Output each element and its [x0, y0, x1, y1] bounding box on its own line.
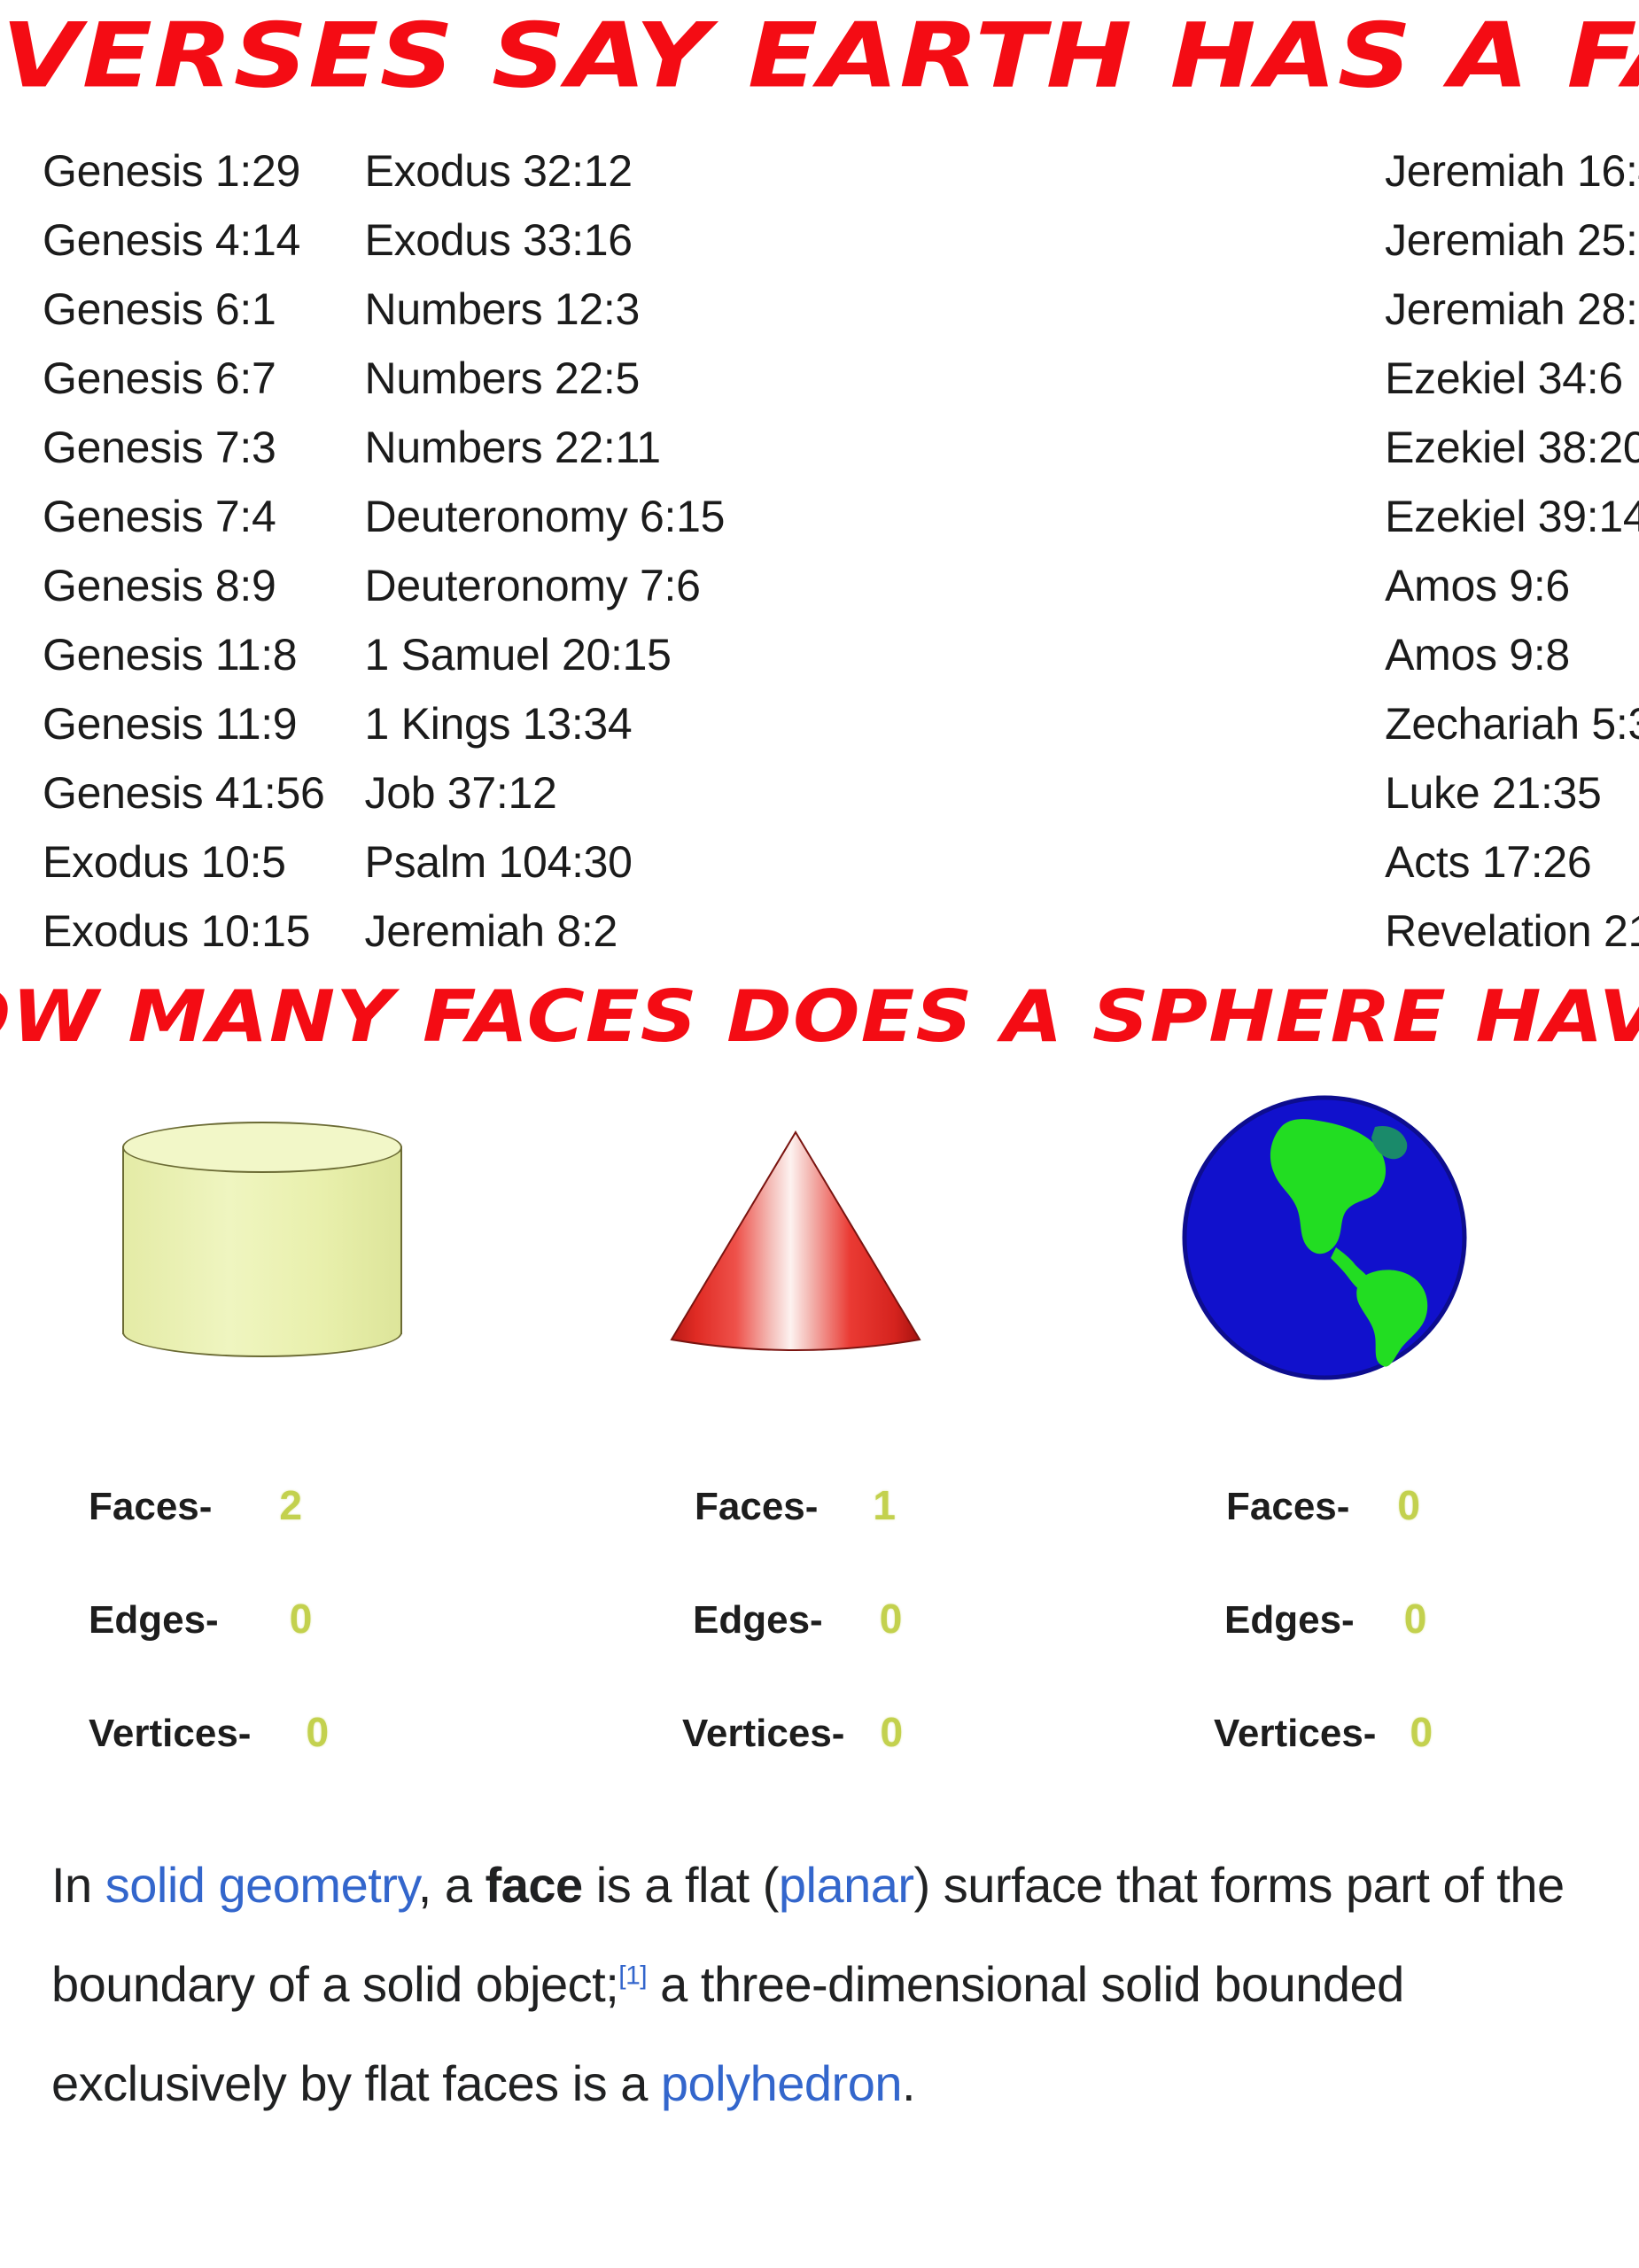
- stat-label: Vertices-: [89, 1712, 252, 1755]
- cylinder-bottom-part: [122, 1308, 402, 1357]
- link-polyhedron[interactable]: polyhedron: [661, 2055, 903, 2111]
- stat-row-faces: Faces- 0: [1214, 1481, 1433, 1595]
- stat-value: 1: [873, 1482, 897, 1528]
- verse-reference-list: Genesis 1:29 Genesis 4:14 Genesis 6:1 Ge…: [0, 136, 1639, 956]
- cylinder-icon: [122, 1122, 406, 1357]
- stat-label: Faces-: [695, 1485, 819, 1528]
- stat-value: 0: [1397, 1482, 1421, 1528]
- stat-label: Faces-: [1226, 1485, 1350, 1528]
- definition-text: In: [51, 1857, 105, 1913]
- verse-item: Jeremiah 28:16: [1385, 284, 1639, 334]
- stat-value: 0: [306, 1709, 330, 1755]
- stat-label: Vertices-: [1214, 1712, 1377, 1755]
- stat-label: Edges-: [89, 1598, 219, 1642]
- stat-row-faces: Faces- 2: [89, 1481, 329, 1595]
- stat-column-cone: Faces- 1 Edges- 0 Vertices- 0: [682, 1481, 903, 1821]
- stat-value: 2: [279, 1482, 303, 1528]
- stat-label: Faces-: [89, 1485, 213, 1528]
- cone-shape: [670, 1130, 921, 1351]
- cone-svg: [670, 1130, 921, 1351]
- stat-row-edges: Edges- 0: [1214, 1595, 1433, 1708]
- verse-item: Jeremiah 25:26: [1385, 215, 1639, 265]
- stat-label: Edges-: [1224, 1598, 1355, 1642]
- shape-cell-sphere: [1152, 1091, 1542, 1410]
- shape-property-table: Faces- 2 Edges- 0 Vertices- 0 Faces- 1 E…: [0, 1481, 1639, 1800]
- stat-value: 0: [880, 1709, 904, 1755]
- stat-value: 0: [289, 1596, 313, 1642]
- link-solid-geometry[interactable]: solid geometry: [105, 1857, 419, 1913]
- verse-item: Ezekiel 34:6: [1385, 353, 1623, 403]
- verse-item: Ezekiel 38:20: [1385, 423, 1639, 472]
- shape-cell-cylinder: [53, 1091, 549, 1410]
- verse-item: Acts 17:26: [1385, 837, 1592, 887]
- verse-item: Revelation 21:1: [1385, 906, 1639, 956]
- page-title-verses: 36 Verses Say Earth Has A Face: [0, 4, 1639, 109]
- verse-item: Amos 9:6: [1385, 561, 1570, 610]
- stat-row-faces: Faces- 1: [682, 1481, 903, 1595]
- verse-item: Ezekiel 39:14: [1385, 492, 1639, 541]
- stat-column-cylinder: Faces- 2 Edges- 0 Vertices- 0: [89, 1481, 329, 1821]
- cone-icon: [663, 1129, 928, 1357]
- page-title-sphere-question: How many faces does a sphere have?: [0, 975, 1639, 1059]
- stat-label: Edges-: [693, 1598, 823, 1642]
- stat-value: 0: [879, 1596, 903, 1642]
- cylinder-top-part: [122, 1122, 402, 1173]
- verse-item: Zechariah 5:3: [1385, 699, 1639, 749]
- definition-term-face: face: [485, 1857, 584, 1913]
- globe-svg: [1182, 1095, 1467, 1380]
- stat-value: 0: [1403, 1596, 1427, 1642]
- stat-row-edges: Edges- 0: [89, 1595, 329, 1708]
- verse-item: Jeremiah 16:4: [1385, 146, 1639, 196]
- verse-item: Luke 21:35: [1385, 768, 1602, 818]
- shape-cell-cone: [620, 1091, 1045, 1410]
- stat-row-edges: Edges- 0: [682, 1595, 903, 1708]
- stat-row-vertices: Vertices- 0: [89, 1708, 329, 1821]
- stat-row-vertices: Vertices- 0: [1214, 1708, 1433, 1821]
- verse-column-3: Jeremiah 16:4 Jeremiah 25:26 Jeremiah 28…: [184, 136, 1639, 956]
- link-planar[interactable]: planar: [779, 1857, 914, 1913]
- stat-label: Vertices-: [682, 1712, 845, 1755]
- definition-text: .: [902, 2055, 916, 2111]
- definition-text: is a flat (: [582, 1857, 780, 1913]
- verse-item: Amos 9:8: [1385, 630, 1570, 680]
- stat-column-sphere: Faces- 0 Edges- 0 Vertices- 0: [1214, 1481, 1433, 1821]
- citation-ref-1[interactable]: [1]: [618, 1961, 647, 1990]
- cylinder-body-part: [122, 1146, 402, 1334]
- globe-earth-icon: [1178, 1091, 1471, 1384]
- stat-row-vertices: Vertices- 0: [682, 1708, 903, 1821]
- stat-value: 0: [1410, 1709, 1433, 1755]
- shape-illustrations: [0, 1091, 1639, 1410]
- definition-text: , a: [417, 1857, 485, 1913]
- face-definition-paragraph: In solid geometry, a face is a flat (pla…: [51, 1836, 1611, 2133]
